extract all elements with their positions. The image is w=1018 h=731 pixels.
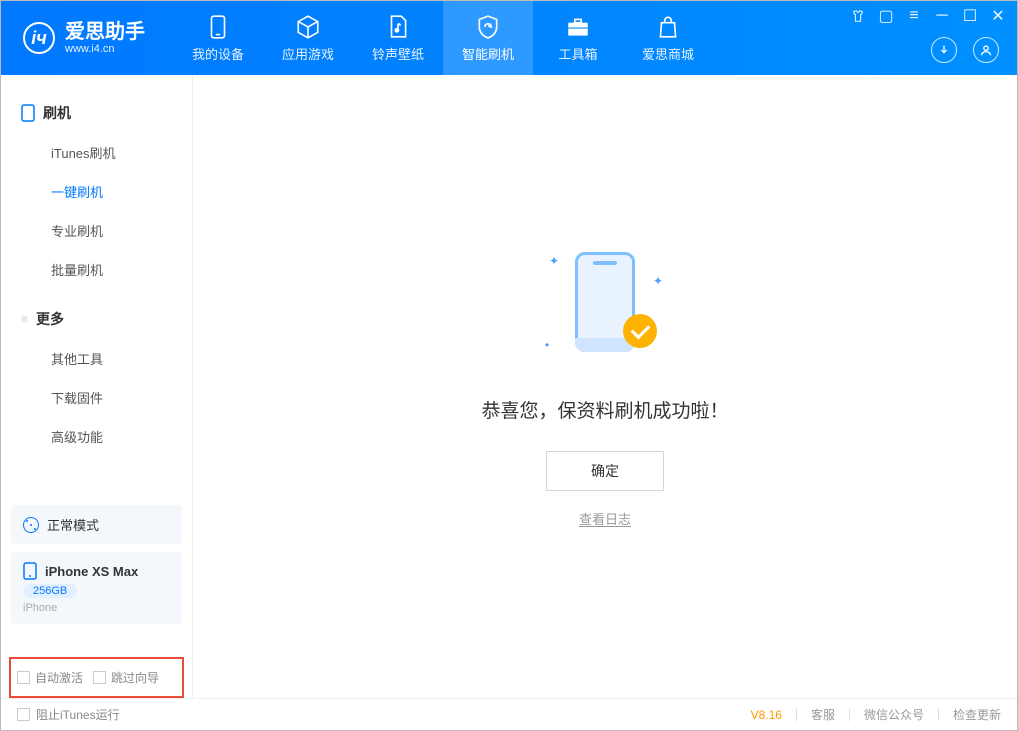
bag-icon (655, 14, 681, 40)
tab-shop[interactable]: 爱思商城 (623, 1, 713, 75)
music-file-icon (385, 14, 411, 40)
main-content: ✦✦• 恭喜您，保资料刷机成功啦！ 确定 查看日志 (193, 75, 1017, 698)
tab-label: 应用游戏 (282, 44, 334, 63)
sidebar-item-download-firmware[interactable]: 下载固件 (1, 378, 192, 417)
view-log-link[interactable]: 查看日志 (579, 509, 631, 528)
success-illustration: ✦✦• (545, 246, 665, 366)
confirm-button[interactable]: 确定 (546, 451, 664, 491)
phone-icon (205, 14, 231, 40)
app-url: www.i4.cn (65, 43, 145, 55)
shield-refresh-icon (475, 14, 501, 40)
divider (849, 709, 850, 721)
app-title: 爱思助手 (65, 21, 145, 43)
sidebar-item-other-tools[interactable]: 其他工具 (1, 339, 192, 378)
footer-support-link[interactable]: 客服 (811, 706, 835, 723)
briefcase-icon (565, 14, 591, 40)
download-icon[interactable] (931, 37, 957, 63)
device-mode-label: 正常模式 (47, 515, 99, 534)
device-name: iPhone XS Max (45, 564, 138, 579)
tab-label: 铃声壁纸 (372, 44, 424, 63)
cube-icon (295, 14, 321, 40)
checkbox-auto-activate[interactable]: 自动激活 (17, 669, 83, 686)
sidebar-item-oneclick-flash[interactable]: 一键刷机 (1, 172, 192, 211)
footer-update-link[interactable]: 检查更新 (953, 706, 1001, 723)
tab-my-device[interactable]: 我的设备 (173, 1, 263, 75)
success-message: 恭喜您，保资料刷机成功啦！ (481, 396, 728, 423)
user-icon[interactable] (973, 37, 999, 63)
minimize-icon[interactable]: ─ (935, 9, 949, 23)
phone-small-icon (23, 562, 37, 580)
sidebar-item-batch-flash[interactable]: 批量刷机 (1, 250, 192, 289)
sidebar-item-pro-flash[interactable]: 专业刷机 (1, 211, 192, 250)
options-highlight: 自动激活 跳过向导 (9, 657, 184, 698)
check-icon (623, 314, 657, 348)
tab-label: 工具箱 (558, 44, 597, 63)
sidebar-section-flash: 刷机 (1, 93, 192, 133)
maximize-icon[interactable]: ☐ (963, 9, 977, 23)
tshirt-icon[interactable] (851, 9, 865, 23)
divider (796, 709, 797, 721)
logo-icon: iч (23, 22, 55, 54)
tab-label: 我的设备 (192, 44, 244, 63)
sidebar: 刷机 iTunes刷机 一键刷机 专业刷机 批量刷机 ≡ 更多 其他工具 下载固… (1, 75, 193, 698)
checkbox-stop-itunes[interactable]: 阻止iTunes运行 (17, 706, 120, 723)
tab-label: 爱思商城 (642, 44, 694, 63)
header: iч 爱思助手 www.i4.cn 我的设备 应用游戏 铃声壁纸 智能刷机 工具… (1, 1, 1017, 75)
mode-icon (23, 517, 39, 533)
sidebar-item-itunes-flash[interactable]: iTunes刷机 (1, 133, 192, 172)
device-type: iPhone (23, 602, 57, 614)
tab-ringtone-wallpaper[interactable]: 铃声壁纸 (353, 1, 443, 75)
tab-apps-games[interactable]: 应用游戏 (263, 1, 353, 75)
logo: iч 爱思助手 www.i4.cn (1, 21, 163, 55)
device-storage-badge: 256GB (23, 584, 77, 598)
footer-wechat-link[interactable]: 微信公众号 (864, 706, 924, 723)
device-info-card[interactable]: iPhone XS Max 256GB iPhone (11, 552, 182, 624)
footer: 阻止iTunes运行 V8.16 客服 微信公众号 检查更新 (1, 698, 1017, 730)
tab-smart-flash[interactable]: 智能刷机 (443, 1, 533, 75)
square-icon[interactable]: ▢ (879, 9, 893, 23)
checkbox-skip-guide[interactable]: 跳过向导 (93, 669, 159, 686)
sidebar-section-more: ≡ 更多 (1, 299, 192, 339)
close-icon[interactable]: ✕ (991, 9, 1005, 23)
tab-label: 智能刷机 (462, 44, 514, 63)
version-label: V8.16 (751, 708, 782, 722)
menu-icon[interactable]: ≡ (907, 9, 921, 23)
list-icon: ≡ (21, 312, 28, 326)
titlebar-icons: ▢ ≡ ─ ☐ ✕ (851, 9, 1005, 23)
tab-toolbox[interactable]: 工具箱 (533, 1, 623, 75)
phone-small-icon (21, 104, 35, 122)
device-mode-card[interactable]: 正常模式 (11, 505, 182, 544)
sidebar-item-advanced[interactable]: 高级功能 (1, 417, 192, 456)
divider (938, 709, 939, 721)
